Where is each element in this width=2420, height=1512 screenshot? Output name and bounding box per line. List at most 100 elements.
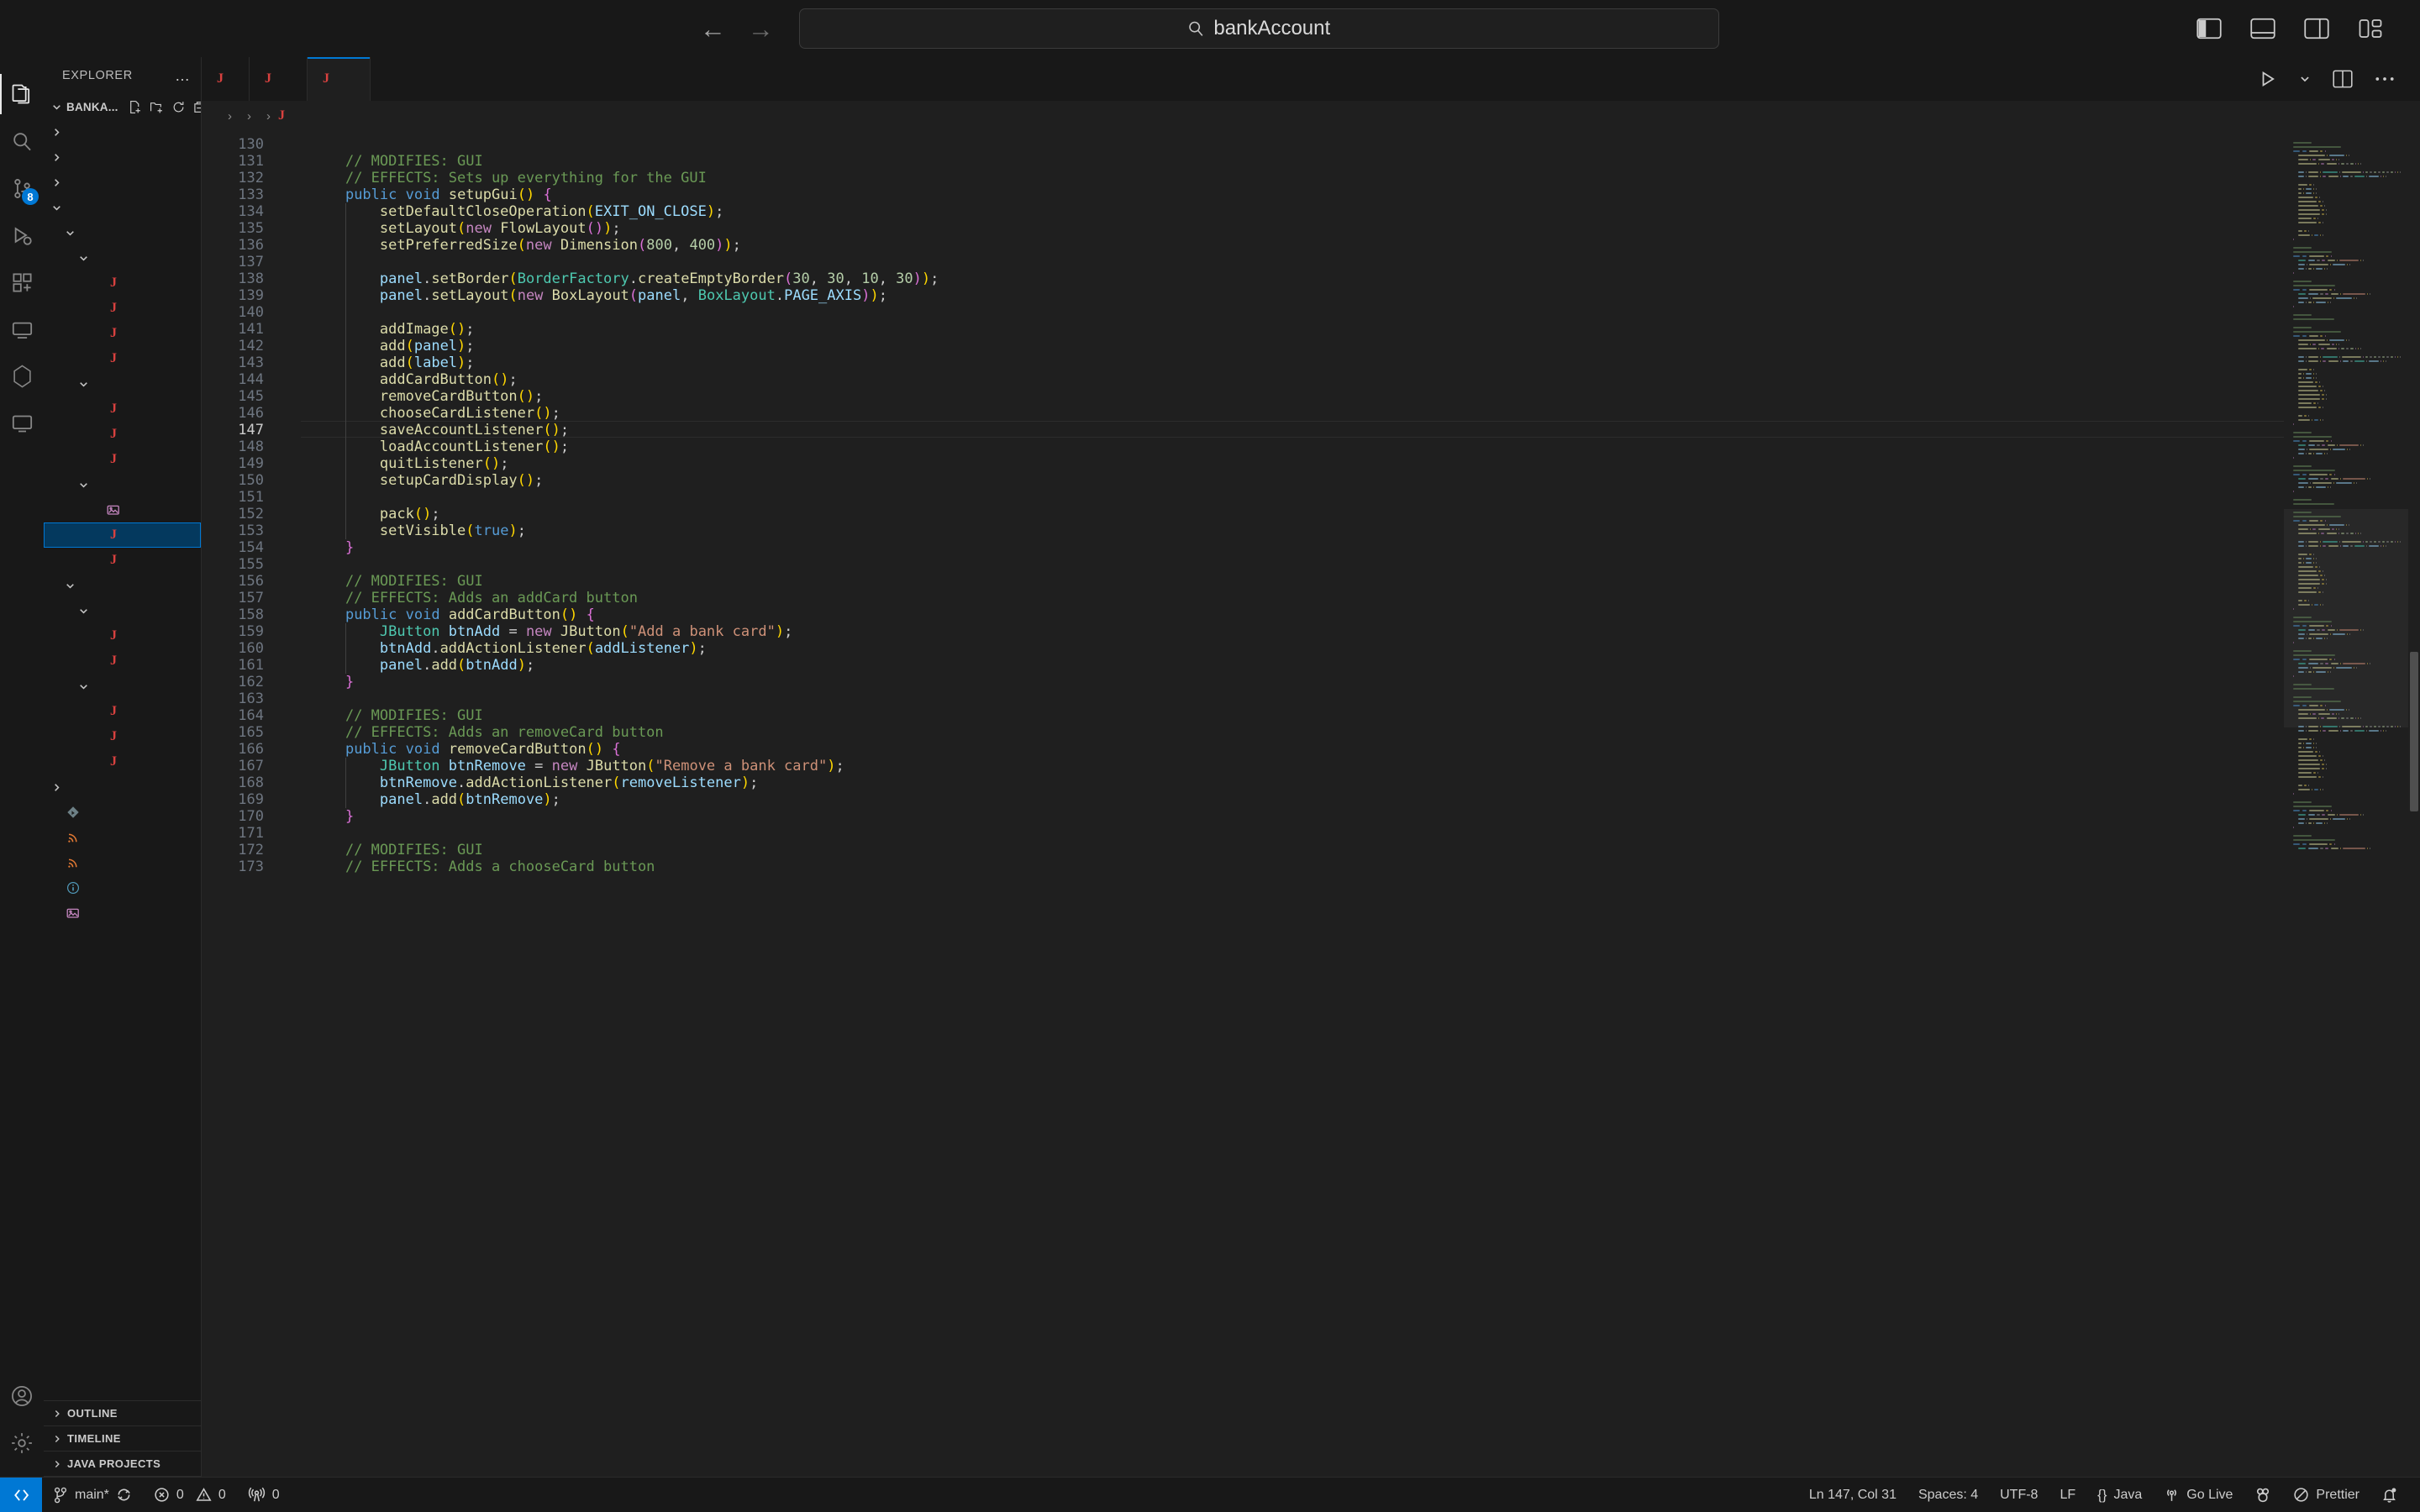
tree-file-readme-md[interactable] [44,875,201,900]
status-go-live[interactable]: Go Live [2153,1478,2244,1512]
tree-file-jsonreader-java[interactable]: J [44,396,201,422]
tree-file-eventlog-java[interactable]: J [44,346,201,371]
tree-file-bankcardtest-ja[interactable]: J [44,648,201,674]
chevron-down-icon[interactable] [76,606,91,617]
tree-folder-src[interactable] [44,195,201,220]
tree-file-jsonwriter-java[interactable]: J [44,422,201,447]
toggle-primary-sidebar-icon[interactable] [2196,18,2222,39]
chevron-down-icon[interactable] [49,202,64,213]
tree-file-jsonwritertest-j[interactable]: J [44,749,201,774]
tree-file-bankapp-java[interactable]: J [44,522,201,548]
new-folder-icon[interactable] [150,100,164,114]
tree-file-main-java[interactable]: J [44,548,201,573]
status-prettier[interactable]: Prettier [2282,1478,2370,1512]
panel-timeline[interactable]: TIMELINE [44,1426,201,1452]
sidebar-item-java-projects[interactable] [0,353,44,400]
tree-file-jsontest-java[interactable]: J [44,724,201,749]
status-cursor-position[interactable]: Ln 147, Col 31 [1798,1478,1907,1512]
source-code[interactable]: // MODIFIES: GUI // EFFECTS: Sets up eve… [301,136,2284,875]
tree-file-bankcard-java[interactable]: J [44,296,201,321]
toggle-panel-icon[interactable] [2250,18,2275,39]
tab-bankaccount-java[interactable]: J [250,57,308,101]
tree-folder-model[interactable] [44,245,201,270]
tree-file-event-java[interactable]: J [44,321,201,346]
tree-folder-model[interactable] [44,598,201,623]
sidebar-item-extensions[interactable] [0,259,44,306]
sidebar-item-remote-explorer[interactable] [0,306,44,353]
more-actions-icon[interactable]: … [175,67,191,85]
tree-folder-main[interactable] [44,220,201,245]
run-icon[interactable] [2259,70,2277,88]
tree-folder-ui[interactable] [44,472,201,497]
tree-folder-test[interactable] [44,573,201,598]
tree-folder-data[interactable] [44,144,201,170]
settings-gear-button[interactable] [0,1420,44,1467]
chevron-right-icon[interactable] [49,152,64,163]
code-editor[interactable]: 130 131 132 133 134 135 136 137 138 139 140 141 142 1… [202,131,2420,1477]
tree-file-bankaccou[interactable]: J [44,270,201,296]
editor-vertical-scrollbar[interactable] [2408,131,2420,1477]
chevron-down-icon[interactable] [76,480,91,491]
back-arrow-icon[interactable]: ← [700,16,726,42]
tree-file-bankaccount-png[interactable] [44,497,201,522]
toggle-secondary-sidebar-icon[interactable] [2304,18,2329,39]
sidebar-item-search[interactable] [0,118,44,165]
sidebar-item-live-share[interactable] [0,400,44,447]
status-eol[interactable]: LF [2049,1478,2086,1512]
tree-file-checkstyle-xml[interactable] [44,825,201,850]
code-content[interactable]: // MODIFIES: GUI // EFFECTS: Sets up eve… [301,131,2284,1477]
run-dropdown-icon[interactable] [2299,73,2311,85]
tab-bankapp-java[interactable]: J [308,57,371,101]
tree-file-project-starter-iml[interactable] [44,850,201,875]
split-editor-icon[interactable] [2333,70,2353,88]
sidebar-item-explorer[interactable] [0,71,44,118]
status-indentation[interactable]: Spaces: 4 [1907,1478,1989,1512]
status-encoding[interactable]: UTF-8 [1989,1478,2049,1512]
minimap[interactable] [2284,131,2408,1477]
tree-file-untitled-png[interactable] [44,900,201,926]
tree-file-writable-java[interactable]: J [44,447,201,472]
tree-folder-persistence[interactable] [44,674,201,699]
chevron-down-icon[interactable] [62,580,77,591]
panel-outline[interactable]: OUTLINE [44,1401,201,1426]
breadcrumb-item-bankapp-java[interactable]: J [278,108,292,123]
workspace-folder-header[interactable]: BANKA... [44,94,201,119]
collapse-all-icon[interactable] [193,100,201,114]
accounts-button[interactable] [0,1373,44,1420]
chevron-down-icon[interactable] [76,379,91,390]
new-file-icon[interactable] [128,100,142,114]
tree-folder-untitled[interactable] [44,774,201,800]
refresh-icon[interactable] [171,100,186,114]
chevron-right-icon[interactable] [49,177,64,188]
chevron-down-icon[interactable] [49,102,64,113]
forward-arrow-icon[interactable]: → [748,16,774,42]
tree-folder-lib[interactable] [44,170,201,195]
chevron-right-icon[interactable] [49,127,64,138]
chevron-down-icon[interactable] [76,253,91,264]
status-ports[interactable]: 0 [237,1478,291,1512]
customize-layout-icon[interactable] [2358,18,2383,39]
chevron-right-icon[interactable] [49,782,64,793]
tree-file--gitignore[interactable] [44,800,201,825]
status-problems[interactable]: 0 0 [143,1478,237,1512]
tree-file-jsonreadertest[interactable]: J [44,699,201,724]
chevron-down-icon[interactable] [62,228,77,239]
quick-open-input[interactable]: bankAccount [798,8,1719,49]
status-notifications[interactable] [2370,1478,2408,1512]
tree-folder--idea[interactable] [44,119,201,144]
tree-file-bankaccounttes[interactable]: J [44,623,201,648]
status-branch[interactable]: main* [42,1478,143,1512]
sidebar-item-source-control[interactable]: 8 [0,165,44,212]
remote-window-button[interactable] [0,1477,42,1512]
chevron-down-icon[interactable] [76,681,91,692]
status-language-mode[interactable]: {} Java [2086,1478,2153,1512]
tab-main-java[interactable]: J [202,57,250,101]
status-test-runner[interactable] [2244,1478,2282,1512]
panel-java-projects[interactable]: JAVA PROJECTS [44,1452,201,1477]
tree-folder-persistence[interactable] [44,371,201,396]
chevron-right-icon [52,1409,62,1419]
more-actions-icon[interactable] [2375,76,2395,82]
scrollbar-thumb[interactable] [2410,652,2418,811]
sidebar-item-run-and-debug[interactable] [0,212,44,259]
file-type-icon [64,856,82,869]
